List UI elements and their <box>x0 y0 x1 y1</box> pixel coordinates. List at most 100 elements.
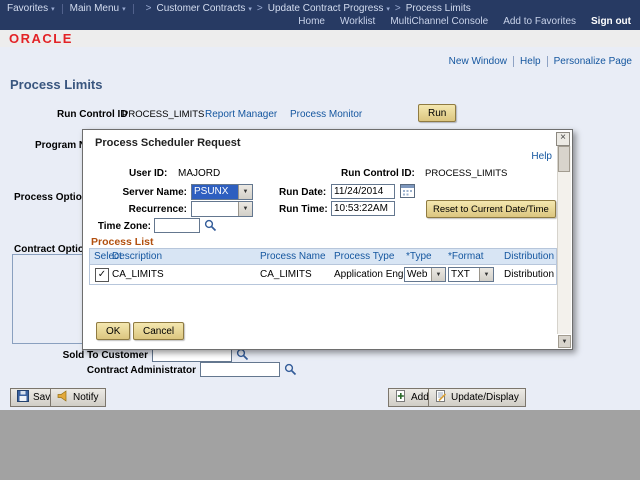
run-date-input[interactable] <box>331 184 395 199</box>
add-icon <box>395 390 407 405</box>
header-type: *Type <box>406 251 432 262</box>
nav-update-contract-progress[interactable]: Update Contract Progress ▾ <box>268 3 390 14</box>
breadcrumb-separator-icon: > <box>257 3 263 14</box>
logo-band: ORACLE <box>0 30 640 48</box>
contract-administrator-input[interactable] <box>200 362 280 377</box>
help-link[interactable]: Help <box>514 56 548 67</box>
nav-main-menu[interactable]: Main Menu ▾ <box>70 3 126 14</box>
recurrence-value <box>192 202 238 216</box>
contract-administrator-label: Contract Administrator <box>30 365 196 376</box>
header-process-name: Process Name <box>260 251 326 262</box>
nav-divider <box>62 4 63 14</box>
nav-customer-contracts[interactable]: Customer Contracts ▾ <box>156 3 251 14</box>
top-nav-bar: Favorites ▾ Main Menu ▾ > Customer Contr… <box>0 0 640 30</box>
cell-description: CA_LIMITS <box>112 269 164 280</box>
dialog-scrollbar[interactable] <box>557 146 571 334</box>
run-time-input[interactable] <box>331 201 395 216</box>
nav-divider <box>133 4 134 14</box>
dropdown-arrow-icon[interactable]: ▼ <box>431 268 445 281</box>
user-id-label: User ID: <box>129 168 167 179</box>
header-format: *Format <box>448 251 484 262</box>
recurrence-label: Recurrence: <box>91 204 187 215</box>
notify-button[interactable]: Notify <box>50 388 106 407</box>
scrollbar-thumb[interactable] <box>558 146 570 172</box>
process-row: ✓ CA_LIMITS CA_LIMITS Application Engine… <box>90 265 556 284</box>
personalize-page-link[interactable]: Personalize Page <box>548 56 632 67</box>
calendar-icon[interactable] <box>400 184 415 198</box>
breadcrumb: Favorites ▾ Main Menu ▾ > Customer Contr… <box>7 3 471 14</box>
dialog-help-link[interactable]: Help <box>531 151 552 162</box>
reset-date-time-button[interactable]: Reset to Current Date/Time <box>426 200 556 218</box>
check-icon: ✓ <box>98 269 106 280</box>
screen: Favorites ▾ Main Menu ▾ > Customer Contr… <box>0 0 640 480</box>
save-icon <box>17 390 29 405</box>
distribution-link[interactable]: Distribution <box>504 269 554 280</box>
nav-worklist-link[interactable]: Worklist <box>340 16 375 27</box>
cancel-button[interactable]: Cancel <box>133 322 184 340</box>
process-scheduler-request-dialog: Process Scheduler Request × Help User ID… <box>82 129 573 350</box>
top-links: Home Worklist MultiChannel Console Add t… <box>298 16 631 27</box>
nav-home-link[interactable]: Home <box>298 16 325 27</box>
nav-add-to-favorites-link[interactable]: Add to Favorites <box>503 16 576 27</box>
scroll-down-icon[interactable]: ▼ <box>558 335 571 348</box>
dropdown-arrow-icon[interactable]: ▼ <box>238 185 252 199</box>
nav-favorites[interactable]: Favorites ▾ <box>7 3 55 14</box>
dialog-run-control-id-label: Run Control ID: <box>341 168 415 179</box>
nav-favorites-label: Favorites <box>7 3 48 14</box>
contract-administrator-lookup-icon[interactable] <box>284 363 297 376</box>
chevron-down-icon: ▾ <box>51 5 55 13</box>
ok-button[interactable]: OK <box>96 322 130 340</box>
notify-button-label: Notify <box>73 392 99 403</box>
time-zone-lookup-icon[interactable] <box>204 219 217 232</box>
chevron-down-icon: ▾ <box>122 5 126 13</box>
run-control-id-label: Run Control ID <box>57 109 128 120</box>
dialog-title: Process Scheduler Request <box>95 137 241 149</box>
chevron-down-icon: ▾ <box>248 5 252 13</box>
format-select[interactable]: TXT ▼ <box>448 267 494 282</box>
dropdown-arrow-icon[interactable]: ▼ <box>238 202 252 216</box>
new-window-link[interactable]: New Window <box>443 56 514 67</box>
nav-process-limits-label: Process Limits <box>406 3 471 14</box>
page-title: Process Limits <box>10 77 103 92</box>
process-list-title: Process List <box>91 236 153 248</box>
server-name-label: Server Name: <box>91 187 187 198</box>
server-name-value: PSUNX <box>192 185 238 199</box>
dropdown-arrow-icon[interactable]: ▼ <box>479 268 493 281</box>
server-name-select[interactable]: PSUNX ▼ <box>191 184 253 200</box>
user-id-value: MAJORD <box>178 168 220 179</box>
header-distribution: Distribution <box>504 251 554 262</box>
select-checkbox[interactable]: ✓ <box>95 268 109 282</box>
grid-header-row: Select Description Process Name Process … <box>90 249 556 265</box>
time-zone-label: Time Zone: <box>91 221 151 232</box>
type-select[interactable]: Web ▼ <box>404 267 446 282</box>
notify-icon <box>57 390 69 405</box>
update-display-icon <box>435 390 447 405</box>
run-date-label: Run Date: <box>279 187 326 198</box>
breadcrumb-separator-icon: > <box>395 3 401 14</box>
header-process-type: Process Type <box>334 251 394 262</box>
sold-to-customer-label: Sold To Customer <box>30 350 148 361</box>
oracle-logo: ORACLE <box>9 31 73 46</box>
run-control-id-value: PROCESS_LIMITS <box>122 109 204 120</box>
run-button[interactable]: Run <box>418 104 456 122</box>
recurrence-select[interactable]: ▼ <box>191 201 253 217</box>
run-time-label: Run Time: <box>279 204 328 215</box>
dialog-run-control-id-value: PROCESS_LIMITS <box>425 168 507 179</box>
process-monitor-link[interactable]: Process Monitor <box>290 109 362 120</box>
breadcrumb-separator-icon: > <box>146 3 152 14</box>
header-description: Description <box>112 251 162 262</box>
nav-customer-contracts-label: Customer Contracts <box>156 3 245 14</box>
update-display-button-label: Update/Display <box>451 392 519 403</box>
nav-process-limits: Process Limits <box>406 3 471 14</box>
add-button-label: Add <box>411 392 429 403</box>
report-manager-link[interactable]: Report Manager <box>205 109 277 120</box>
time-zone-input[interactable] <box>154 218 200 233</box>
close-icon[interactable]: × <box>556 132 570 146</box>
nav-multichannel-console-link[interactable]: MultiChannel Console <box>390 16 488 27</box>
type-value: Web <box>405 268 431 281</box>
process-list-grid: Select Description Process Name Process … <box>89 248 557 285</box>
nav-update-contract-progress-label: Update Contract Progress <box>268 3 384 14</box>
nav-sign-out-link[interactable]: Sign out <box>591 16 631 27</box>
nav-main-menu-label: Main Menu <box>70 3 119 14</box>
update-display-button[interactable]: Update/Display <box>428 388 526 407</box>
